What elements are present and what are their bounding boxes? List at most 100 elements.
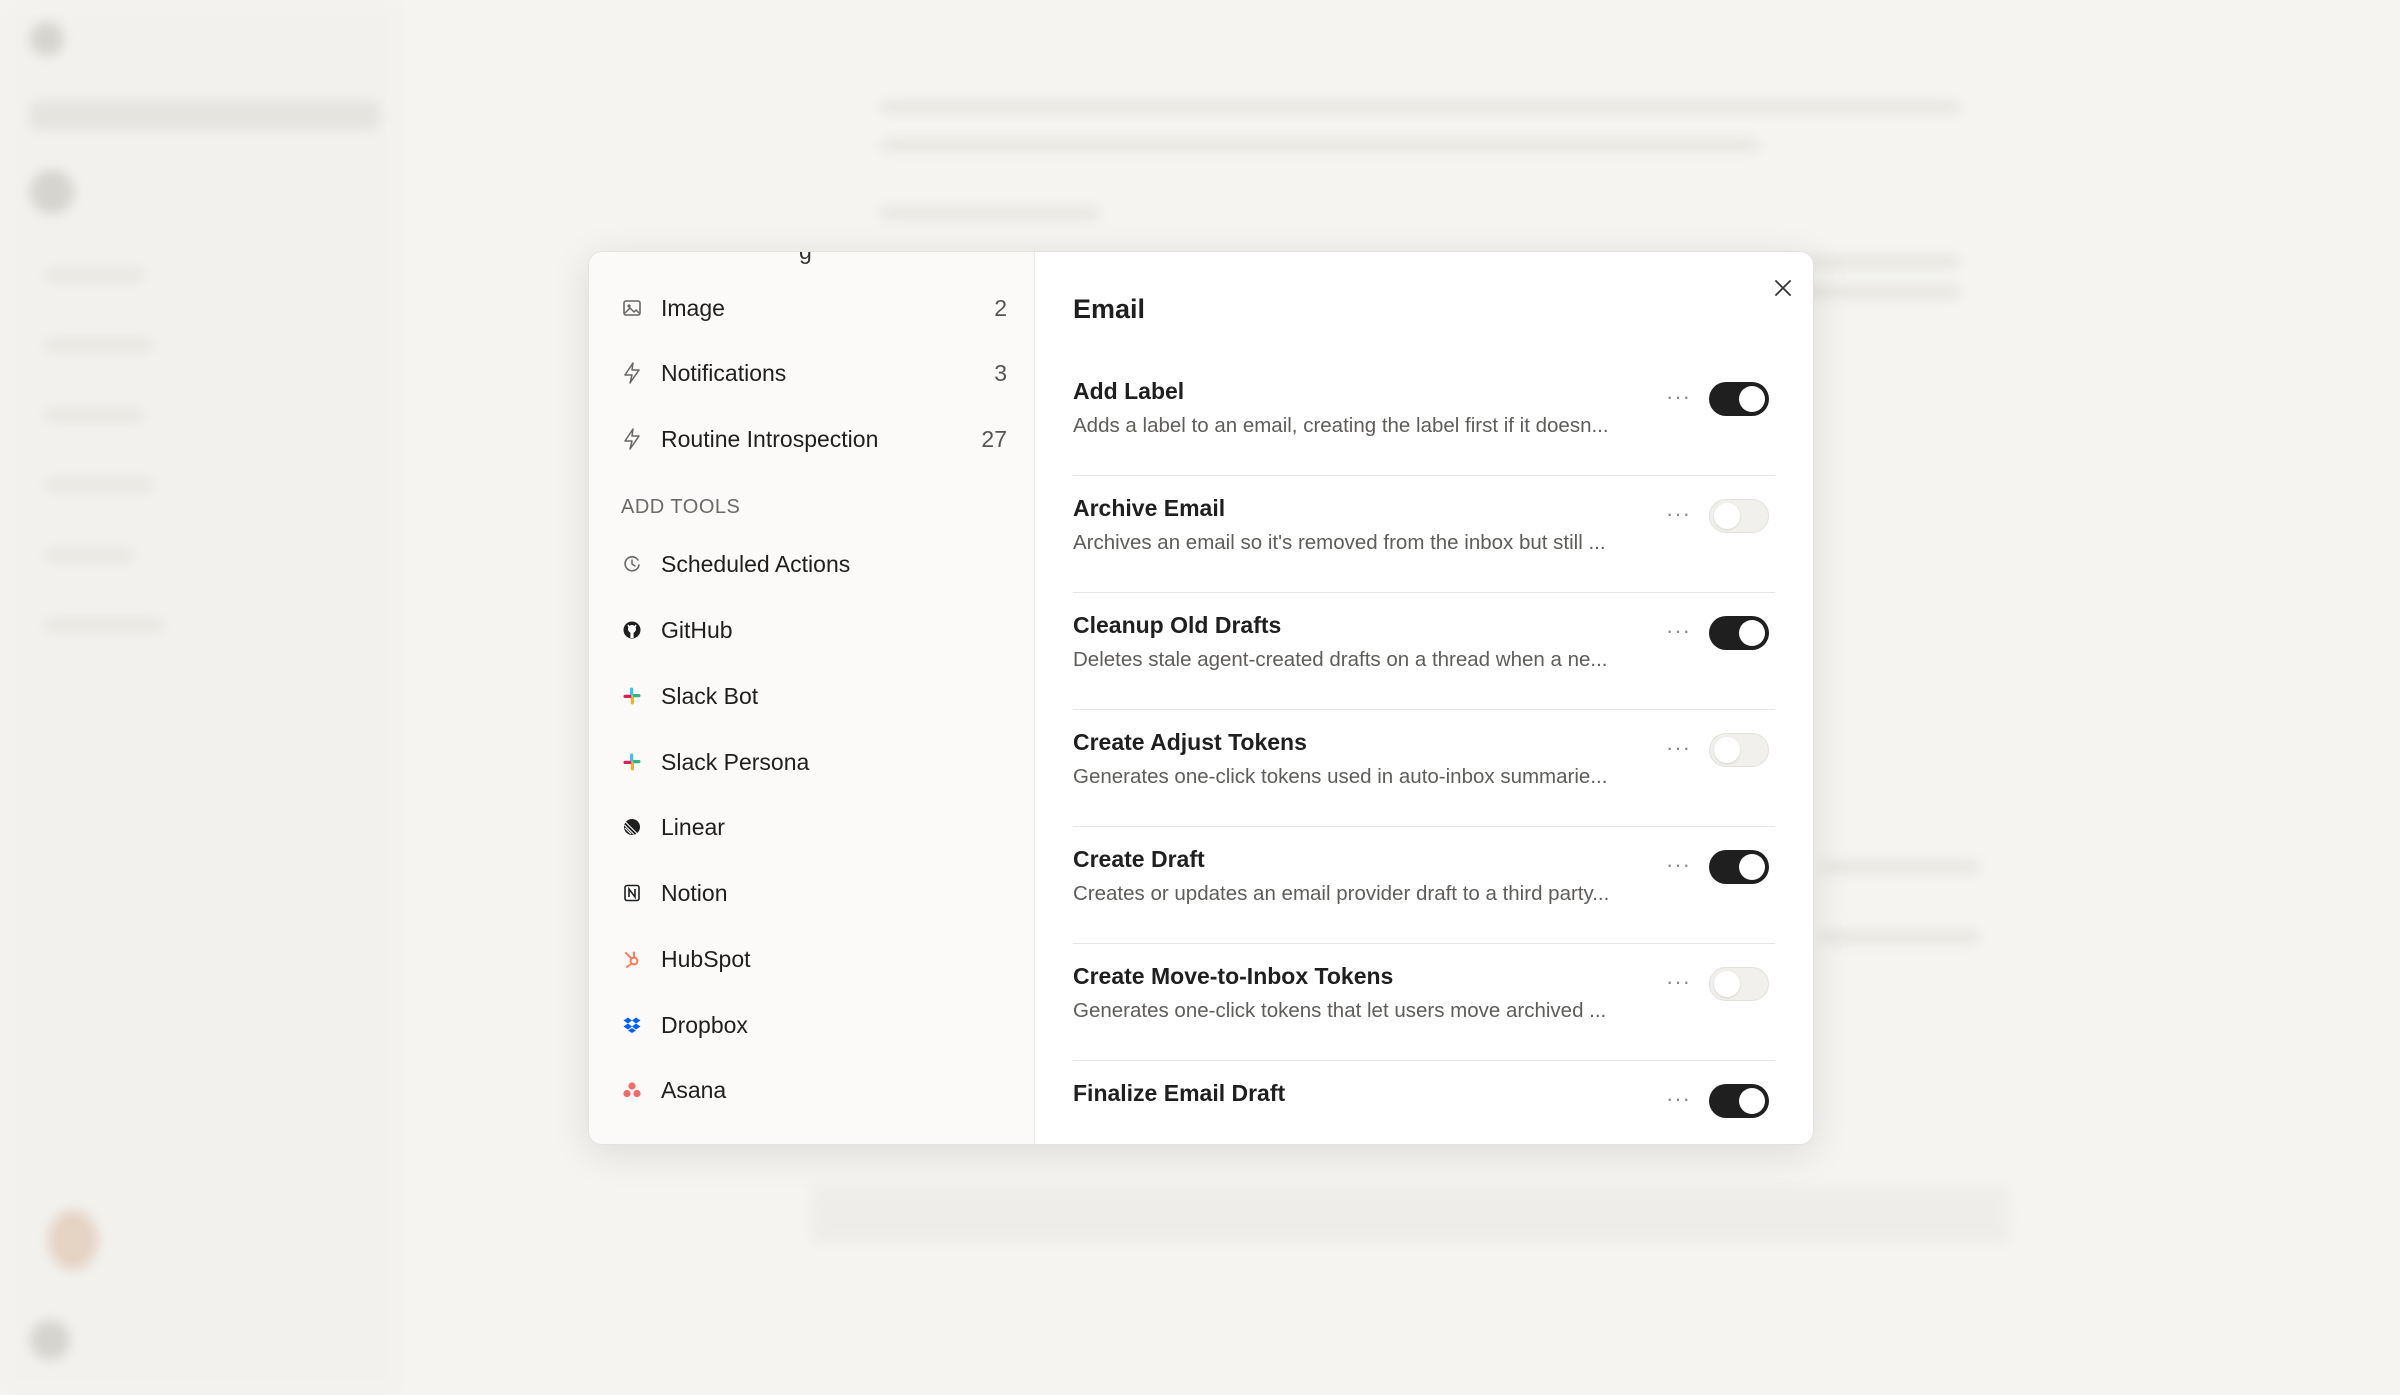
tool-row: Cleanup Old Drafts Deletes stale agent-c… — [1073, 592, 1775, 710]
tool-row: Create Draft Creates or updates an email… — [1073, 826, 1775, 944]
add-tool-github[interactable]: GitHub — [609, 601, 1015, 659]
linear-icon — [620, 815, 644, 839]
toggle-knob — [1739, 854, 1765, 880]
add-tools-heading: ADD TOOLS — [621, 496, 741, 518]
schedule-icon — [620, 552, 644, 576]
toggle-knob — [1714, 503, 1740, 529]
tool-row: Create Move-to-Inbox Tokens Generates on… — [1073, 943, 1775, 1061]
add-tool-asana[interactable]: Asana — [609, 1061, 1015, 1119]
background-image — [48, 1210, 98, 1270]
background-text — [880, 138, 1760, 152]
more-options-icon[interactable]: ··· — [1666, 618, 1691, 644]
panel-title: Email — [1073, 294, 1146, 324]
background-nav — [44, 268, 144, 282]
tool-description: Adds a label to an email, creating the l… — [1073, 414, 1609, 437]
nav-label: Linear — [661, 813, 725, 840]
tool-row: Archive Email Archives an email so it's … — [1073, 475, 1775, 593]
tool-name: Create Adjust Tokens — [1073, 729, 1307, 755]
nav-item-notifications[interactable]: Notifications 3 — [609, 344, 1015, 402]
nav-label: Notifications — [661, 359, 787, 386]
add-tool-hubspot[interactable]: HubSpot — [609, 930, 1015, 988]
tool-description: Generates one-click tokens that let user… — [1073, 999, 1607, 1022]
add-tool-slack-bot[interactable]: Slack Bot — [609, 667, 1015, 725]
background-nav — [44, 408, 144, 422]
nav-label: Slack Persona — [661, 748, 810, 775]
more-options-icon[interactable]: ··· — [1666, 969, 1691, 995]
more-options-icon[interactable]: ··· — [1666, 384, 1691, 410]
tool-name: Finalize Email Draft — [1073, 1080, 1286, 1106]
nav-label: Routine Introspection — [661, 425, 879, 452]
background-text — [880, 206, 1100, 220]
close-icon — [1774, 279, 1792, 302]
tool-toggle[interactable] — [1709, 499, 1769, 533]
tool-row: Finalize Email Draft ··· — [1073, 1060, 1775, 1144]
toggle-knob — [1714, 737, 1740, 763]
tool-description: Archives an email so it's removed from t… — [1073, 531, 1606, 554]
toggle-knob — [1714, 971, 1740, 997]
tools-sidebar: g Image 2 Notifications 3 Routine Intros… — [589, 252, 1035, 1144]
background-nav — [44, 618, 164, 632]
toggle-knob — [1739, 386, 1765, 412]
add-tool-scheduled-actions[interactable]: Scheduled Actions — [609, 535, 1015, 593]
asana-icon — [620, 1078, 644, 1102]
background-text — [1800, 285, 1960, 299]
more-options-icon[interactable]: ··· — [1666, 852, 1691, 878]
nav-count: 2 — [994, 294, 1007, 321]
nav-label: Image — [661, 294, 725, 321]
tool-name: Cleanup Old Drafts — [1073, 612, 1282, 638]
background-nav — [44, 338, 154, 352]
notion-icon — [620, 881, 644, 905]
more-options-icon[interactable]: ··· — [1666, 735, 1691, 761]
nav-item-routine-introspection[interactable]: Routine Introspection 27 — [609, 410, 1015, 468]
background-avatar — [30, 1320, 70, 1360]
image-icon — [620, 296, 644, 320]
tool-name: Create Draft — [1073, 846, 1205, 872]
add-tool-linear[interactable]: Linear — [609, 798, 1015, 856]
tool-toggle[interactable] — [1709, 733, 1769, 767]
nav-label: GitHub — [661, 616, 733, 643]
background-text — [1820, 930, 1980, 944]
nav-label: Asana — [661, 1076, 727, 1103]
tool-toggle[interactable] — [1709, 850, 1769, 884]
background-avatar — [30, 170, 74, 214]
dropbox-icon — [620, 1013, 644, 1037]
github-icon — [620, 618, 644, 642]
tool-toggle[interactable] — [1709, 382, 1769, 416]
partial-label: g — [799, 252, 812, 265]
nav-count: 27 — [981, 425, 1007, 452]
tool-toggle[interactable] — [1709, 1084, 1769, 1118]
nav-count: 3 — [994, 359, 1007, 386]
background-logo — [30, 22, 64, 56]
background-text — [1820, 860, 1980, 874]
background-input — [810, 1185, 2010, 1245]
add-tool-notion[interactable]: Notion — [609, 864, 1015, 922]
tool-description: Deletes stale agent-created drafts on a … — [1073, 648, 1608, 671]
tool-row: Add Label Adds a label to an email, crea… — [1073, 358, 1775, 476]
tool-name: Add Label — [1073, 378, 1185, 404]
slack-icon — [620, 684, 644, 708]
tools-modal: g Image 2 Notifications 3 Routine Intros… — [588, 251, 1814, 1145]
nav-label: HubSpot — [661, 945, 751, 972]
nav-item-image[interactable]: Image 2 — [609, 279, 1015, 337]
more-options-icon[interactable]: ··· — [1666, 501, 1691, 527]
tool-name: Create Move-to-Inbox Tokens — [1073, 963, 1394, 989]
toggle-knob — [1739, 620, 1765, 646]
nav-label: Scheduled Actions — [661, 550, 851, 577]
tools-panel: Email Add Label Adds a label to an email… — [1035, 252, 1813, 1144]
hubspot-icon — [620, 947, 644, 971]
background-nav — [44, 548, 134, 562]
tool-name: Archive Email — [1073, 495, 1226, 521]
tool-toggle[interactable] — [1709, 616, 1769, 650]
tool-description: Creates or updates an email provider dra… — [1073, 882, 1610, 905]
nav-label: Slack Bot — [661, 682, 759, 709]
tool-row: Create Adjust Tokens Generates one-click… — [1073, 709, 1775, 827]
bolt-icon — [620, 361, 644, 385]
close-button[interactable] — [1767, 274, 1799, 306]
tool-toggle[interactable] — [1709, 967, 1769, 1001]
add-tool-dropbox[interactable]: Dropbox — [609, 996, 1015, 1054]
background-nav — [44, 478, 154, 492]
more-options-icon[interactable]: ··· — [1666, 1086, 1691, 1112]
tool-description: Generates one-click tokens used in auto-… — [1073, 765, 1608, 788]
add-tool-slack-persona[interactable]: Slack Persona — [609, 733, 1015, 791]
background-search — [30, 100, 380, 130]
